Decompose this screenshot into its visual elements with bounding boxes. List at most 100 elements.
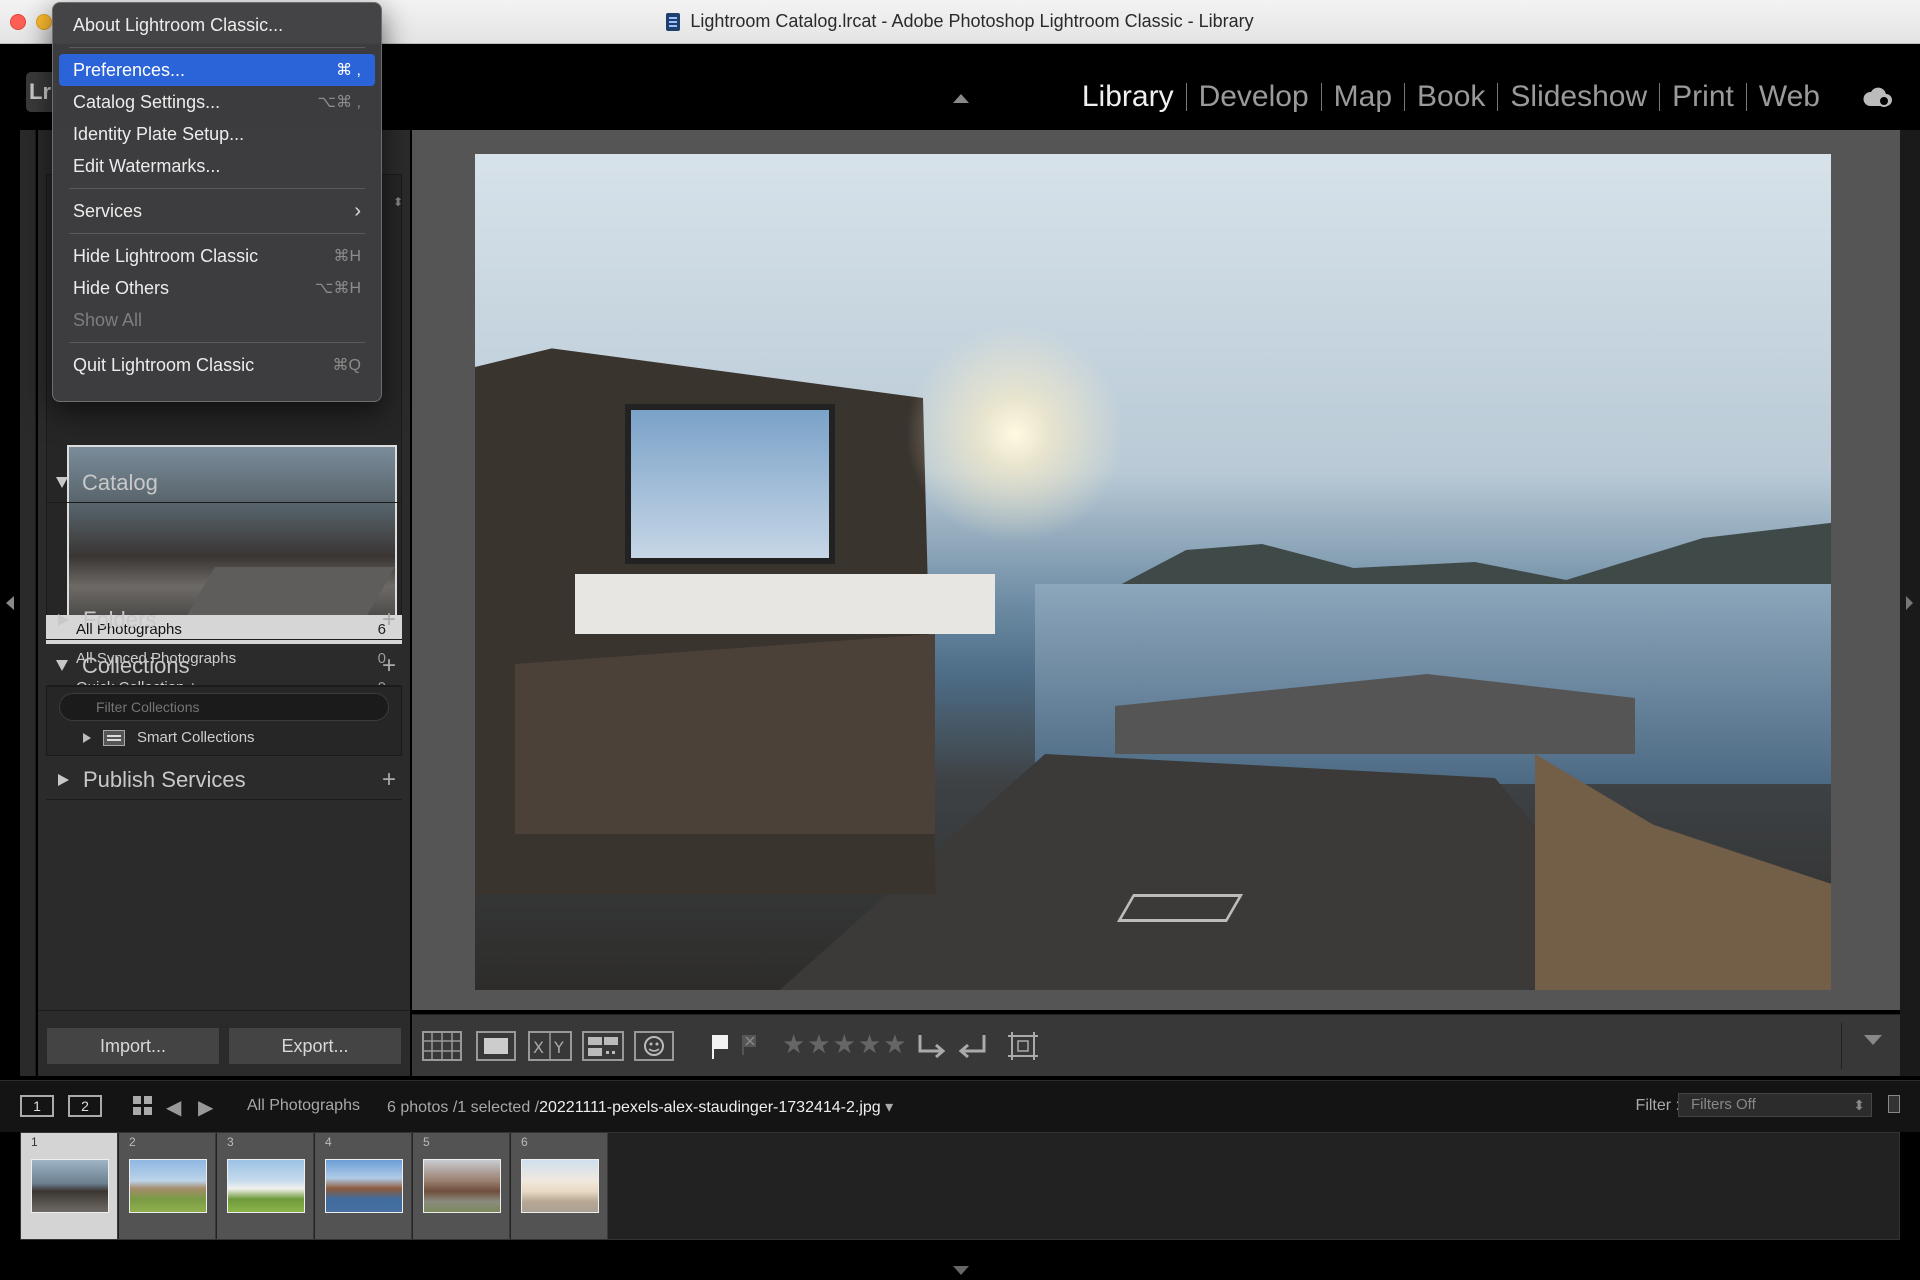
filename-dropdown-icon[interactable]: ▾ [885,1099,893,1116]
module-print[interactable]: Print [1660,80,1746,114]
rotate-right-icon[interactable] [956,1031,990,1061]
menu-item-services[interactable]: Services › [59,195,375,227]
compare-view-icon[interactable]: X Y [528,1031,572,1061]
main-photo[interactable] [475,154,1831,990]
filter-label: Filter : [1635,1097,1680,1114]
filmstrip-cell-number: 5 [423,1135,430,1149]
smart-collections-item[interactable]: Smart Collections [83,729,255,746]
loupe-view-icon[interactable] [476,1031,516,1061]
rotate-left-icon[interactable] [914,1031,948,1061]
flag-icon[interactable] [708,1031,732,1061]
filter-lock-icon[interactable] [1888,1095,1900,1113]
photo-right-wall [1535,754,1831,990]
close-window-button[interactable] [10,14,26,30]
minimize-window-button[interactable] [36,14,52,30]
menu-item-hide-others[interactable]: Hide Others ⌥⌘H [59,272,375,304]
filmstrip-cell[interactable]: 3 [217,1133,314,1239]
filmstrip-cell[interactable]: 1 [21,1133,118,1239]
module-library[interactable]: Library [1070,80,1186,114]
export-button[interactable]: Export... [228,1027,402,1065]
filmstrip-cell-number: 4 [325,1135,332,1149]
add-publish-service-plus-icon[interactable]: + [382,766,396,794]
menu-item-label: About Lightroom Classic... [73,14,284,35]
catalog-document-icon [666,12,681,31]
menu-item-quit-lightroom-classic[interactable]: Quit Lightroom Classic ⌘Q [59,349,375,381]
survey-view-icon[interactable] [582,1031,624,1061]
filmstrip-thumbnail[interactable] [521,1159,599,1213]
menu-item-shortcut: ⌥⌘ , [317,94,361,111]
menu-item-about-lightroom-classic[interactable]: About Lightroom Classic... [59,9,375,41]
filmstrip-count-text: 6 photos /1 selected / [387,1099,540,1116]
filmstrip-cell[interactable]: 5 [413,1133,510,1239]
expand-right-panel-arrow-icon[interactable] [1906,596,1913,610]
filmstrip-cell-number: 6 [521,1135,528,1149]
filmstrip: 1 2 3 4 5 6 [20,1132,1900,1240]
menu-item-label: Edit Watermarks... [73,155,221,176]
module-book[interactable]: Book [1405,80,1497,114]
svg-text:X: X [533,1038,544,1057]
catalog-panel-header[interactable]: Catalog [46,463,402,503]
filmstrip-cell[interactable]: 2 [119,1133,216,1239]
forward-arrow-icon[interactable]: ▶ [198,1095,213,1120]
menu-item-label: Hide Others [73,277,170,298]
lightroom-app-menu: About Lightroom Classic... Preferences...… [52,2,382,402]
menu-item-label: Show All [73,309,143,330]
menu-item-identity-plate-setup[interactable]: Identity Plate Setup... [59,118,375,150]
menu-item-label: Identity Plate Setup... [73,123,245,144]
filmstrip-cell-number: 1 [31,1135,38,1149]
library-toolbar: X Y ★★★★★ [412,1014,1900,1076]
add-folder-plus-icon[interactable]: + [382,606,396,634]
cloud-sync-icon[interactable] [1862,86,1894,108]
filmstrip-thumbnail[interactable] [31,1159,109,1213]
filmstrip-cell-number: 3 [227,1135,234,1149]
collapse-left-panel-arrow-icon[interactable] [6,596,14,610]
menu-item-edit-watermarks[interactable]: Edit Watermarks... [59,150,375,182]
back-arrow-icon[interactable]: ◀ [166,1095,181,1120]
filmstrip-thumbnail[interactable] [227,1159,305,1213]
filmstrip-summary[interactable]: 6 photos /1 selected /20221111-pexels-al… [387,1097,893,1117]
toolbar-content-menu-arrow-icon[interactable] [1864,1035,1882,1045]
module-web[interactable]: Web [1747,80,1832,114]
folders-panel-header[interactable]: Folders + [46,600,402,640]
filter-collections-input[interactable] [59,693,389,721]
filmstrip-cell[interactable]: 6 [511,1133,608,1239]
reject-flag-icon[interactable] [738,1031,760,1061]
menu-item-hide-lightroom-classic[interactable]: Hide Lightroom Classic ⌘H [59,240,375,272]
star-rating-control[interactable]: ★★★★★ [782,1029,909,1060]
menu-item-preferences[interactable]: Preferences... ⌘ , [59,54,375,86]
filmstrip-thumbnail[interactable] [325,1159,403,1213]
menu-item-shortcut: ⌘Q [332,357,361,374]
collapse-top-panel-arrow-icon[interactable] [953,94,969,103]
grid-view-icon[interactable] [132,1095,154,1117]
grid-view-icon[interactable] [422,1031,462,1061]
filmstrip-cell[interactable]: 4 [315,1133,412,1239]
collections-panel-header[interactable]: Collections + [46,646,402,686]
module-map[interactable]: Map [1322,80,1404,114]
module-develop[interactable]: Develop [1187,80,1321,114]
import-export-bar: Import... Export... [38,1010,410,1076]
people-view-icon[interactable] [634,1031,674,1061]
menu-item-label: Services [73,200,143,221]
filmstrip-thumbnail[interactable] [129,1159,207,1213]
filmstrip-source[interactable]: All Photographs [247,1097,360,1115]
menu-item-label: Quit Lightroom Classic [73,354,255,375]
window-title-text: Lightroom Catalog.lrcat - Adobe Photosho… [690,11,1254,31]
import-button[interactable]: Import... [46,1027,220,1065]
filter-select[interactable]: Filters Off [1678,1093,1872,1117]
navigator-scroll-icon[interactable]: ⬍ [393,195,403,209]
main-window-screen-button[interactable]: 1 [20,1095,54,1117]
filmstrip-header: 1 2 ◀ ▶ All Photographs 6 photos /1 sele… [0,1080,1920,1132]
filmstrip-thumbnail[interactable] [423,1159,501,1213]
menu-item-catalog-settings[interactable]: Catalog Settings... ⌥⌘ , [59,86,375,118]
toolbar-divider [1841,1023,1842,1069]
left-panel-edge[interactable] [20,130,36,1076]
collapse-filmstrip-arrow-icon[interactable] [953,1266,969,1275]
crop-icon[interactable] [1006,1031,1040,1061]
photo-road-marking [1116,894,1244,922]
publish-services-panel-header[interactable]: Publish Services + [46,760,402,800]
menu-item-label: Catalog Settings... [73,91,221,112]
publish-services-panel-title: Publish Services [83,766,246,792]
module-slideshow[interactable]: Slideshow [1498,80,1659,114]
secondary-window-screen-button[interactable]: 2 [68,1095,102,1117]
add-collection-plus-icon[interactable]: + [382,652,396,680]
